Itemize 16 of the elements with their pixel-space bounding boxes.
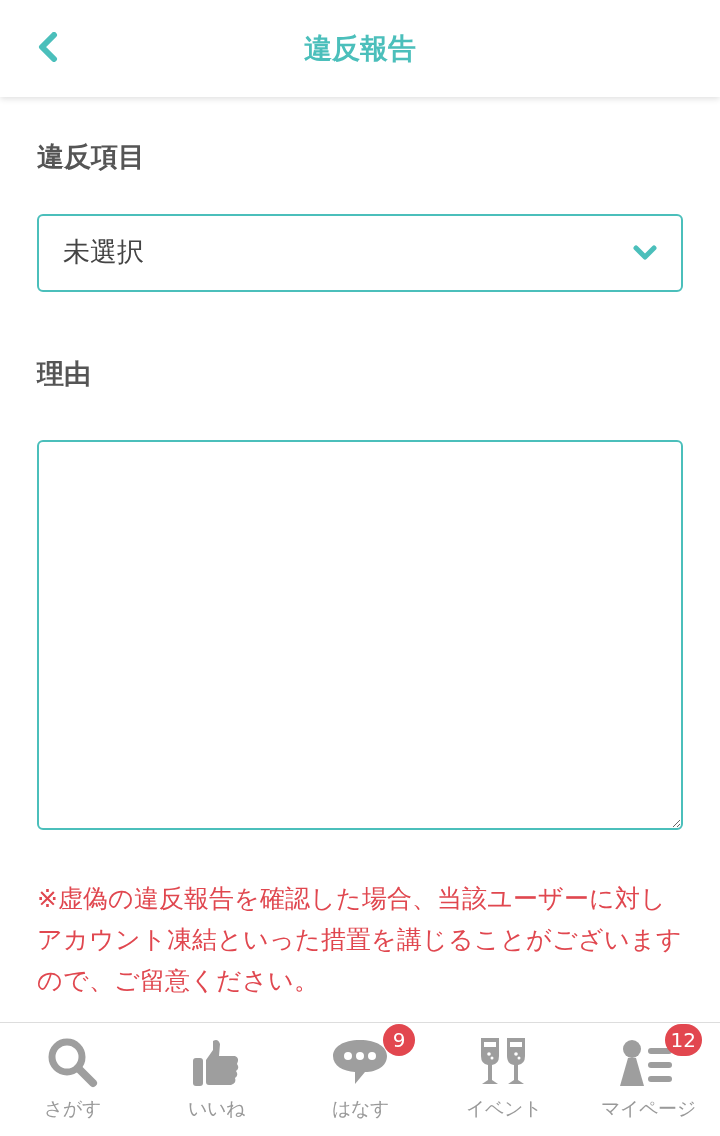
dropdown-chevron-icon <box>633 244 657 261</box>
violation-select[interactable]: 未選択 <box>37 213 683 292</box>
warning-text: ※虚偽の違反報告を確認した場合、当該ユーザーに対しアカウント凍結といった措置を講じることがございますので、ご留意ください。 <box>37 883 683 997</box>
nav-tab[interactable]: 9 はなす <box>288 1023 432 1136</box>
page-title: 違反報告 <box>304 30 416 67</box>
nav-tab[interactable]: いいね <box>144 1023 288 1136</box>
field-label: 違反項目 <box>37 140 146 174</box>
back-chevron-icon <box>38 32 58 62</box>
notification-badge: 12 <box>664 1023 702 1056</box>
nav-tab[interactable]: イベント <box>432 1023 576 1136</box>
notification-badge: 9 <box>383 1023 415 1056</box>
nav-tab[interactable]: さがす <box>0 1023 144 1136</box>
nav-tab[interactable]: 12 マイページ <box>576 1023 720 1136</box>
field-label: 理由 <box>37 356 92 391</box>
back-button[interactable] <box>36 30 60 64</box>
thumbs-up-icon <box>191 1037 241 1088</box>
